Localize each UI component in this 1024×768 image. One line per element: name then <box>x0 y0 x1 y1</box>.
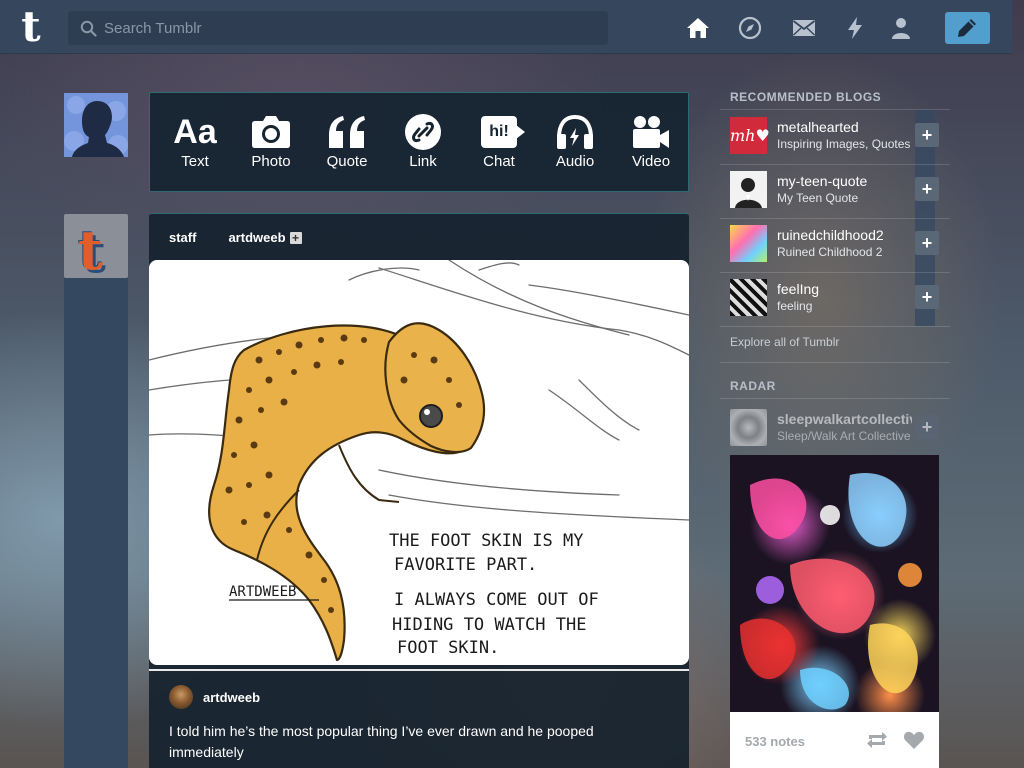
reblog-arrow-icon <box>200 232 224 244</box>
radar-post: 533 notes <box>730 455 939 768</box>
recommended-blog-row[interactable]: feelIng feeling + <box>720 272 950 324</box>
follow-button[interactable]: + <box>915 177 939 201</box>
post-type-label: Text <box>181 153 209 170</box>
post-type-chat[interactable]: hi! Chat <box>461 111 537 181</box>
caption-author-name[interactable]: artdweeb <box>203 690 260 705</box>
chat-icon: hi! <box>481 116 525 148</box>
blog-description: My Teen Quote <box>777 191 859 205</box>
blog-description: Ruined Childhood 2 <box>777 245 883 259</box>
divider <box>720 398 950 399</box>
drawing-text-line: THE FOOT SKIN IS MY <box>389 531 583 551</box>
post-type-label: Quote <box>326 153 368 170</box>
radar-post-image[interactable] <box>730 455 939 712</box>
reblog-icon[interactable] <box>865 730 889 750</box>
post-header: staff artdweeb + <box>169 230 302 245</box>
blog-name[interactable]: my-teen-quote <box>777 173 912 189</box>
post-type-bar: Aa Text Photo Quote Link hi! Chat Audio … <box>149 92 689 192</box>
post-type-quote[interactable]: Quote <box>309 111 385 181</box>
post-type-label: Audio <box>555 153 595 170</box>
search-icon <box>80 20 97 37</box>
blog-avatar[interactable] <box>730 409 767 446</box>
post-type-text[interactable]: Aa Text <box>157 111 233 181</box>
silhouette-icon <box>64 93 128 157</box>
top-navigation-bar: t <box>0 0 1012 54</box>
blog-name[interactable]: sleepwalkartcollective <box>777 411 912 427</box>
post-photo[interactable]: ARTDWEEB THE FOOT SKIN IS MY FAVORITE PA… <box>149 260 689 665</box>
search-input[interactable] <box>104 11 594 45</box>
blog-description: Sleep/Walk Art Collective <box>777 429 911 443</box>
search-box[interactable] <box>68 11 608 45</box>
blog-name[interactable]: metalhearted <box>777 119 912 135</box>
caption-divider <box>149 669 689 671</box>
follow-button[interactable]: + <box>915 285 939 309</box>
headphones-icon <box>557 114 593 149</box>
signature-text: ARTDWEEB <box>229 584 296 600</box>
post-caption: I told him he’s the most popular thing I… <box>169 723 594 760</box>
blog-name[interactable]: feelIng <box>777 281 912 297</box>
follow-button[interactable]: + <box>915 415 939 439</box>
explore-icon[interactable] <box>738 16 762 40</box>
portrait-icon <box>730 171 767 208</box>
post-type-label: Photo <box>251 153 291 170</box>
blog-description: feeling <box>777 299 813 313</box>
heart-icon[interactable] <box>903 730 925 750</box>
recommended-blog-row[interactable]: my-teen-quote My Teen Quote + <box>720 164 950 216</box>
camera-icon <box>252 116 290 148</box>
caption-author[interactable]: artdweeb <box>169 685 260 709</box>
follow-source-button[interactable]: + <box>289 231 302 244</box>
blog-avatar[interactable] <box>730 279 767 316</box>
drawing-text-line: HIDING TO WATCH THE <box>392 615 586 635</box>
gecko-drawing: ARTDWEEB THE FOOT SKIN IS MY FAVORITE PA… <box>149 260 689 662</box>
abstract-art <box>740 473 922 710</box>
post-type-label: Video <box>631 153 671 170</box>
source-blog-link[interactable]: artdweeb <box>228 230 285 245</box>
follow-button[interactable]: + <box>915 123 939 147</box>
activity-icon[interactable] <box>843 16 867 40</box>
link-icon <box>405 114 441 150</box>
text-icon: Aa <box>173 112 217 151</box>
radar-heading: RADAR <box>730 379 776 393</box>
post-type-label: Link <box>409 153 437 170</box>
blog-name[interactable]: ruinedchildhood2 <box>777 227 912 243</box>
blog-avatar[interactable] <box>730 225 767 262</box>
compose-button[interactable] <box>945 12 990 44</box>
post-type-video[interactable]: Video <box>613 111 689 181</box>
drawing-text-line: I ALWAYS COME OUT OF <box>394 590 599 610</box>
user-avatar[interactable] <box>64 93 128 157</box>
recommended-blog-row[interactable]: mh♥ metalhearted Inspiring Images, Quote… <box>720 110 950 162</box>
radar-blog-row[interactable]: sleepwalkartcollective Sleep/Walk Art Co… <box>720 402 950 454</box>
staff-logo-icon: t <box>78 218 103 282</box>
drawing-text-line: FOOT SKIN. <box>397 638 499 658</box>
blog-avatar[interactable] <box>730 171 767 208</box>
notes-count[interactable]: 533 notes <box>745 734 805 749</box>
divider <box>720 326 950 327</box>
account-icon[interactable] <box>889 16 913 40</box>
blog-avatar[interactable]: mh♥ <box>730 117 770 154</box>
inbox-icon[interactable] <box>792 16 816 40</box>
post-type-photo[interactable]: Photo <box>233 111 309 181</box>
post-type-label: Chat <box>483 153 515 170</box>
staff-avatar[interactable]: t <box>64 214 128 282</box>
blog-description: Inspiring Images, Quotes <box>777 137 911 151</box>
avatar-column-strip <box>64 278 128 768</box>
quote-icon <box>329 116 365 148</box>
post-type-audio[interactable]: Audio <box>537 111 613 181</box>
explore-all-link[interactable]: Explore all of Tumblr <box>730 335 839 349</box>
post-type-link[interactable]: Link <box>385 111 461 181</box>
dashboard-post: staff artdweeb + ARTDWEEB THE FOOT SKIN … <box>149 213 689 768</box>
video-camera-icon <box>633 116 669 148</box>
recommended-blogs-heading: RECOMMENDED BLOGS <box>730 90 882 104</box>
tumblr-logo[interactable]: t <box>12 6 50 48</box>
recommended-blog-row[interactable]: ruinedchildhood2 Ruined Childhood 2 + <box>720 218 950 270</box>
drawing-text-line: FAVORITE PART. <box>394 555 537 575</box>
caption-author-avatar[interactable] <box>169 685 193 709</box>
divider <box>720 362 950 363</box>
radar-post-footer: 533 notes <box>730 712 939 768</box>
follow-button[interactable]: + <box>915 231 939 255</box>
pencil-icon <box>958 19 976 37</box>
reblogger-link[interactable]: staff <box>169 230 196 245</box>
home-icon[interactable] <box>686 16 710 40</box>
